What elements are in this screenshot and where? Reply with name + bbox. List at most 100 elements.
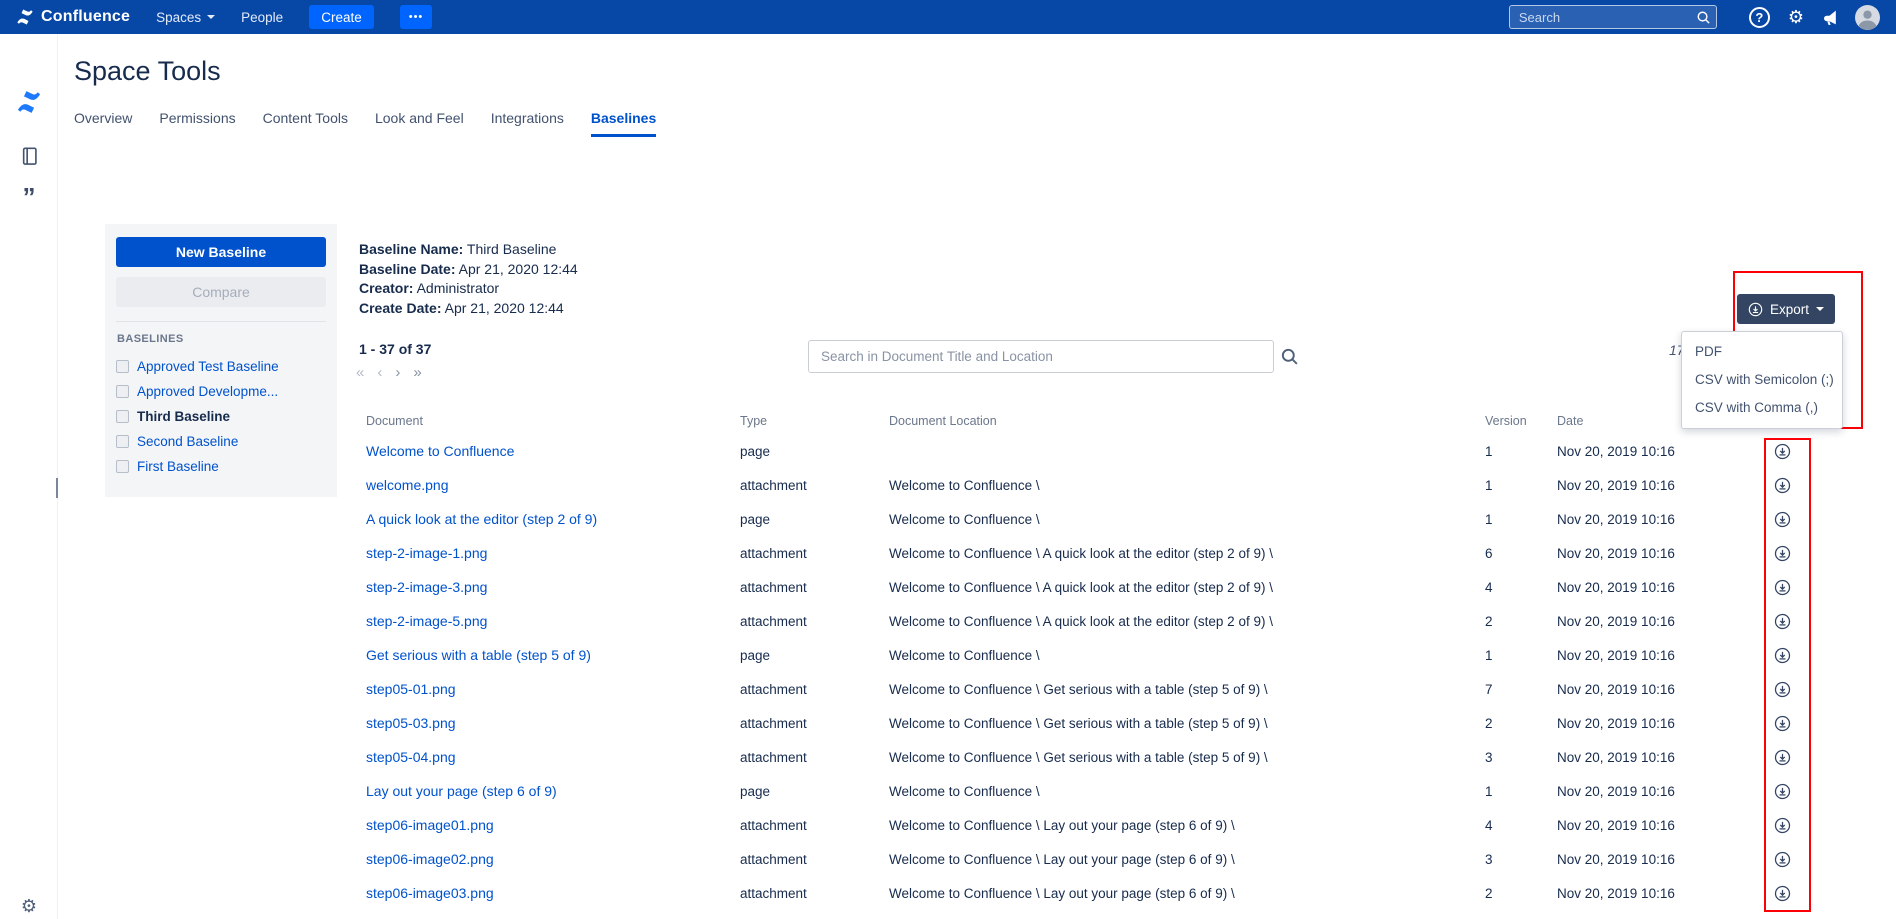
- baseline-name-link[interactable]: First Baseline: [137, 459, 219, 474]
- export-menu-item[interactable]: CSV with Comma (,): [1682, 394, 1842, 422]
- download-document-button[interactable]: [1774, 545, 1791, 562]
- help-button[interactable]: [1749, 7, 1770, 28]
- download-document-button[interactable]: [1774, 579, 1791, 596]
- confluence-logo[interactable]: Confluence: [16, 8, 130, 26]
- baseline-checkbox[interactable]: [116, 410, 129, 423]
- baseline-checkbox[interactable]: [116, 385, 129, 398]
- document-search-input[interactable]: [808, 340, 1274, 373]
- document-type: attachment: [740, 614, 889, 629]
- document-link[interactable]: step06-image02.png: [366, 851, 740, 867]
- download-document-button[interactable]: [1774, 443, 1791, 460]
- user-avatar[interactable]: [1855, 5, 1880, 30]
- download-document-button[interactable]: [1774, 851, 1791, 868]
- table-row: step-2-image-1.png attachment Welcome to…: [366, 536, 1816, 570]
- baseline-list-item[interactable]: Approved Developme...: [116, 379, 326, 404]
- baseline-list-item[interactable]: Second Baseline: [116, 429, 326, 454]
- document-date: Nov 20, 2019 10:16: [1557, 648, 1757, 663]
- document-link[interactable]: step05-03.png: [366, 715, 740, 731]
- document-location: Welcome to Confluence \ A quick look at …: [889, 580, 1485, 595]
- document-link[interactable]: welcome.png: [366, 477, 740, 493]
- create-button[interactable]: Create: [309, 5, 374, 29]
- download-document-button[interactable]: [1774, 817, 1791, 834]
- table-row: step05-03.png attachment Welcome to Conf…: [366, 706, 1816, 740]
- baseline-name-link[interactable]: Second Baseline: [137, 434, 238, 449]
- download-document-button[interactable]: [1774, 783, 1791, 800]
- search-icon[interactable]: [1696, 10, 1711, 25]
- download-document-button[interactable]: [1774, 647, 1791, 664]
- document-version: 1: [1485, 648, 1557, 663]
- nav-spaces[interactable]: Spaces: [156, 10, 215, 25]
- document-link[interactable]: Get serious with a table (step 5 of 9): [366, 647, 740, 663]
- results-count: 1 - 37 of 37: [359, 341, 431, 357]
- tab-integrations[interactable]: Integrations: [491, 110, 564, 137]
- header-nav: Spaces People Create •••: [156, 5, 432, 29]
- download-document-button[interactable]: [1774, 715, 1791, 732]
- tab-look-and-feel[interactable]: Look and Feel: [375, 110, 464, 137]
- download-document-button[interactable]: [1774, 885, 1791, 902]
- space-settings-icon[interactable]: [0, 896, 58, 917]
- previous-page-icon[interactable]: ‹: [377, 364, 382, 381]
- space-logo-icon[interactable]: [0, 89, 58, 115]
- document-type: attachment: [740, 852, 889, 867]
- announcements-button[interactable]: [1822, 9, 1839, 26]
- tab-overview[interactable]: Overview: [74, 110, 132, 137]
- search-icon[interactable]: [1280, 347, 1299, 366]
- first-page-icon[interactable]: «: [356, 364, 364, 381]
- quote-blog-icon[interactable]: [0, 184, 58, 210]
- baseline-checkbox[interactable]: [116, 460, 129, 473]
- download-icon: [1774, 443, 1791, 460]
- document-link[interactable]: step-2-image-5.png: [366, 613, 740, 629]
- baseline-field: Baseline Name: Third Baseline: [359, 240, 578, 260]
- download-icon: [1748, 302, 1763, 317]
- global-search-input[interactable]: [1509, 5, 1717, 29]
- document-type: attachment: [740, 546, 889, 561]
- download-document-button[interactable]: [1774, 511, 1791, 528]
- download-document-button[interactable]: [1774, 681, 1791, 698]
- document-link[interactable]: Welcome to Confluence: [366, 443, 740, 459]
- baseline-list-item[interactable]: Approved Test Baseline: [116, 354, 326, 379]
- sidebar-resize-handle[interactable]: [56, 478, 58, 498]
- baseline-list-item[interactable]: Third Baseline: [116, 404, 326, 429]
- tab-content-tools[interactable]: Content Tools: [263, 110, 348, 137]
- pages-icon[interactable]: [0, 146, 58, 167]
- baseline-name-link[interactable]: Third Baseline: [137, 409, 230, 424]
- document-link[interactable]: step-2-image-3.png: [366, 579, 740, 595]
- more-button[interactable]: •••: [400, 5, 433, 29]
- document-link[interactable]: A quick look at the editor (step 2 of 9): [366, 511, 740, 527]
- compare-button[interactable]: Compare: [116, 277, 326, 307]
- download-document-button[interactable]: [1774, 749, 1791, 766]
- document-link[interactable]: step05-04.png: [366, 749, 740, 765]
- new-baseline-button[interactable]: New Baseline: [116, 237, 326, 267]
- export-menu-item[interactable]: PDF: [1682, 338, 1842, 366]
- document-link[interactable]: step06-image01.png: [366, 817, 740, 833]
- download-document-button[interactable]: [1774, 613, 1791, 630]
- document-date: Nov 20, 2019 10:16: [1557, 886, 1757, 901]
- download-icon: [1774, 885, 1791, 902]
- document-version: 4: [1485, 580, 1557, 595]
- document-type: attachment: [740, 478, 889, 493]
- document-link[interactable]: Lay out your page (step 6 of 9): [366, 783, 740, 799]
- nav-people[interactable]: People: [241, 10, 283, 25]
- baseline-name-link[interactable]: Approved Developme...: [137, 384, 278, 399]
- next-page-icon[interactable]: ›: [395, 364, 400, 381]
- document-link[interactable]: step05-01.png: [366, 681, 740, 697]
- download-document-button[interactable]: [1774, 477, 1791, 494]
- baseline-checkbox[interactable]: [116, 435, 129, 448]
- export-button[interactable]: Export: [1737, 294, 1835, 324]
- export-menu-item[interactable]: CSV with Semicolon (;): [1682, 366, 1842, 394]
- baseline-list-item[interactable]: First Baseline: [116, 454, 326, 479]
- document-link[interactable]: step06-image03.png: [366, 885, 740, 901]
- tab-permissions[interactable]: Permissions: [159, 110, 235, 137]
- document-version: 2: [1485, 716, 1557, 731]
- document-link[interactable]: step-2-image-1.png: [366, 545, 740, 561]
- document-location: Welcome to Confluence \ Lay out your pag…: [889, 886, 1485, 901]
- tab-baselines[interactable]: Baselines: [591, 110, 656, 137]
- document-type: attachment: [740, 580, 889, 595]
- table-row: A quick look at the editor (step 2 of 9)…: [366, 502, 1816, 536]
- export-menu: PDFCSV with Semicolon (;)CSV with Comma …: [1681, 331, 1843, 429]
- last-page-icon[interactable]: »: [413, 364, 421, 381]
- document-date: Nov 20, 2019 10:16: [1557, 478, 1757, 493]
- admin-settings-button[interactable]: [1788, 8, 1804, 26]
- baseline-name-link[interactable]: Approved Test Baseline: [137, 359, 279, 374]
- baseline-checkbox[interactable]: [116, 360, 129, 373]
